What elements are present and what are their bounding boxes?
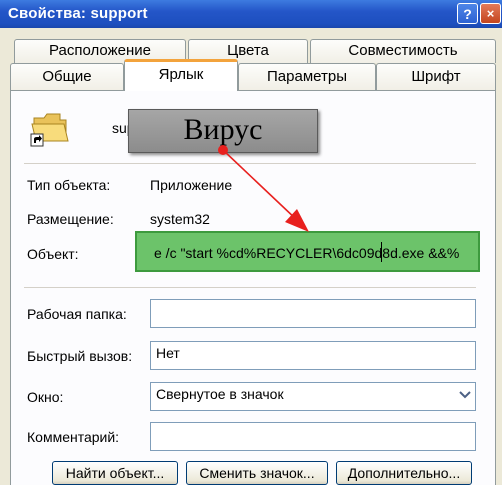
annotation-arrow	[218, 145, 309, 232]
